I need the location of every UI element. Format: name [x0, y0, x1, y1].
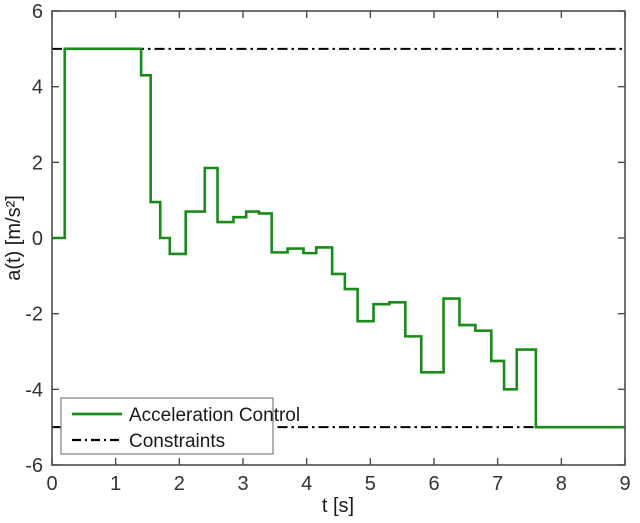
x-tick-label-2: 2: [174, 473, 185, 495]
x-tick-label-8: 8: [556, 473, 567, 495]
plot-area-background: [52, 11, 625, 465]
y-tick-label-4: 4: [32, 77, 43, 99]
chart-legend[interactable]: Acceleration Control Constraints: [60, 397, 300, 455]
x-tick-label-5: 5: [365, 473, 376, 495]
x-tick-label-6: 6: [428, 473, 439, 495]
x-tick-label-4: 4: [301, 473, 312, 495]
x-tick-label-3: 3: [237, 473, 248, 495]
x-tick-label-7: 7: [492, 473, 503, 495]
chart-figure: 0123456789 -6 -4 -2 0 2 4 6 t [s] a(t) [m/s²] …: [0, 0, 640, 523]
x-tick-label-1: 1: [110, 473, 121, 495]
y-tick-label--6: -6: [25, 455, 43, 477]
x-tick-label-0: 0: [46, 473, 57, 495]
x-axis-tick-labels: 0 1 2 3 4 5 6 7 8 9: [46, 473, 630, 495]
x-tick-label-9: 9: [619, 473, 630, 495]
x-axis-title: t [s]: [322, 495, 354, 517]
y-tick-label-2: 2: [32, 152, 43, 174]
acceleration-control-chart: 0123456789 -6-4-20246 t [s] a(t) [m/s²] …: [3, 1, 631, 517]
y-tick-label-0: 0: [32, 228, 43, 250]
legend-label-constraints: Constraints: [129, 431, 225, 452]
y-tick-label--4: -4: [25, 379, 43, 401]
y-axis-title: a(t) [m/s²]: [3, 195, 25, 281]
y-tick-label-6: 6: [32, 1, 43, 23]
y-axis-tick-labels: -6 -4 -2 0 2 4 6: [25, 1, 43, 477]
legend-label-acceleration-control: Acceleration Control: [129, 405, 300, 426]
y-tick-label--2: -2: [25, 304, 43, 326]
